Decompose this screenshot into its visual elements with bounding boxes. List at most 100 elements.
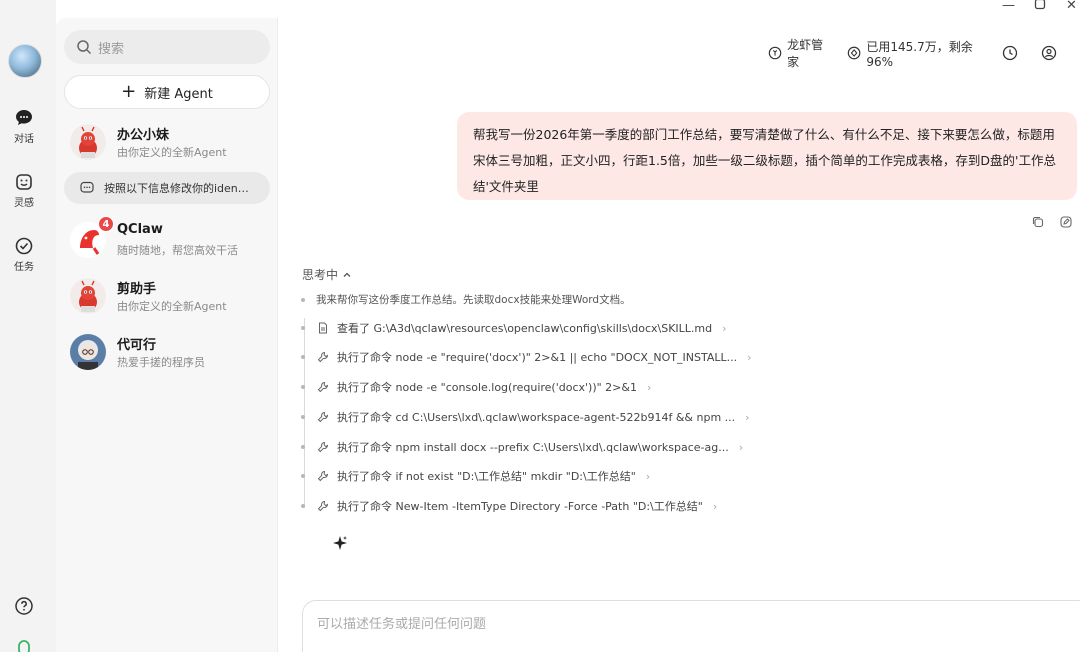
chevron-right-icon: ›: [722, 321, 727, 335]
step-item[interactable]: 执行了命令 New-Item -ItemType Directory -Forc…: [301, 498, 717, 514]
agent-name: 剪助手: [117, 282, 157, 297]
chat-icon: [16, 110, 32, 125]
search-placeholder: 搜索: [98, 41, 125, 57]
user-message-bubble: 帮我写一份2026年第一季度的部门工作总结，要写清楚做了什么、有什么不足、接下来…: [457, 112, 1077, 200]
subtask-label: 按照以下信息修改你的iden…: [104, 182, 249, 195]
step-dot: [301, 297, 305, 302]
chevron-right-icon: ›: [712, 499, 718, 513]
thinking-toggle[interactable]: 思考中: [302, 266, 352, 283]
search-box[interactable]: 搜索: [64, 30, 270, 64]
step-item[interactable]: 执行了命令 npm install docx --prefix C:\Users…: [301, 439, 743, 455]
chevron-right-icon: ›: [745, 410, 750, 424]
step-dot: [301, 355, 305, 359]
chevron-right-icon: ›: [645, 469, 651, 483]
chevron-right-icon: ›: [738, 440, 744, 454]
butler-button[interactable]: 龙虾管家: [768, 36, 829, 70]
clock-icon: [1002, 45, 1018, 61]
header-toolbar: 龙虾管家 已用145.7万，剩余96%: [768, 36, 1080, 70]
message-input[interactable]: [317, 617, 917, 632]
agent-name: QClaw: [117, 222, 163, 237]
rail-label-chat: 对话: [14, 134, 34, 145]
usage-label: 已用145.7万，剩余96%: [866, 39, 973, 69]
step-item[interactable]: 执行了命令 node -e "console.log(require('docx…: [301, 379, 651, 395]
file-icon: [316, 321, 330, 335]
new-agent-button[interactable]: + 新建 Agent: [64, 75, 270, 109]
step-dot: [301, 385, 305, 389]
app-window: — ✕ 对话 灵感 任务 搜索 + 新建 Agent 办公小妹 由你定义的全新A…: [0, 0, 1080, 652]
message-composer: [302, 600, 1080, 652]
wrench-icon: [316, 469, 330, 483]
history-button[interactable]: [1002, 45, 1023, 61]
step-item[interactable]: 查看了 G:\A3d\qclaw\resources\openclaw\conf…: [301, 320, 727, 336]
status-icon[interactable]: [14, 638, 34, 652]
search-icon: [77, 40, 92, 55]
agent-desc: 热爱手搓的程序员: [117, 356, 205, 369]
butler-label: 龙虾管家: [787, 38, 824, 69]
agent-list-panel: 搜索 + 新建 Agent 办公小妹 由你定义的全新Agent 按照以下信息修改…: [56, 18, 278, 652]
thinking-intro: 我来帮你写这份季度工作总结。先读取docx技能来处理Word文档。: [301, 292, 631, 307]
step-dot: [301, 504, 305, 508]
step-text: 执行了命令 cd C:\Users\lxd\.qclaw\workspace-a…: [337, 411, 736, 424]
task-icon: [15, 237, 33, 255]
step-text: 执行了命令 if not exist "D:\工作总结" mkdir "D:\工…: [337, 470, 636, 483]
wrench-icon: [316, 380, 330, 394]
chevron-right-icon: ›: [747, 350, 752, 364]
inspiration-icon: [16, 174, 32, 190]
agent-item-programmer[interactable]: 代可行 热爱手搓的程序员: [64, 328, 270, 376]
chevron-up-icon: [343, 272, 351, 277]
rail-item-chat[interactable]: 对话: [0, 108, 48, 145]
user-icon: [1041, 45, 1057, 61]
step-text: 执行了命令 node -e "require('docx')" 2>&1 || …: [337, 351, 738, 364]
step-dot: [301, 445, 305, 449]
sparkle-icon: [332, 535, 348, 555]
step-item[interactable]: 执行了命令 cd C:\Users\lxd\.qclaw\workspace-a…: [301, 409, 750, 425]
profile-button[interactable]: [1041, 45, 1062, 61]
lobster-avatar: [70, 124, 106, 160]
step-text: 执行了命令 npm install docx --prefix C:\Users…: [337, 441, 729, 454]
help-icon[interactable]: [14, 596, 34, 616]
rail-label-task: 任务: [14, 262, 34, 273]
new-agent-label: 新建 Agent: [144, 86, 213, 102]
rail-item-inspiration[interactable]: 灵感: [0, 172, 48, 209]
programmer-avatar: [70, 334, 106, 370]
agent-name: 办公小妹: [117, 128, 170, 143]
butler-icon: [768, 46, 782, 60]
step-text: 执行了命令 New-Item -ItemType Directory -Forc…: [337, 500, 703, 513]
agent-item-edit-assistant[interactable]: 剪助手 由你定义的全新Agent: [64, 272, 270, 320]
lobster-avatar: [70, 278, 106, 314]
thinking-intro-text: 我来帮你写这份季度工作总结。先读取docx技能来处理Word文档。: [316, 294, 631, 306]
agent-subtask-item[interactable]: 按照以下信息修改你的iden…: [64, 172, 270, 204]
edit-icon[interactable]: [1060, 213, 1072, 232]
step-dot: [301, 474, 305, 478]
agent-desc: 由你定义的全新Agent: [117, 146, 227, 159]
step-dot: [301, 415, 305, 419]
agent-desc: 随时随地，帮您高效干活: [117, 244, 238, 257]
step-item[interactable]: 执行了命令 if not exist "D:\工作总结" mkdir "D:\工…: [301, 468, 650, 484]
user-avatar[interactable]: [8, 44, 42, 78]
maximize-icon[interactable]: [1034, 0, 1046, 14]
close-icon[interactable]: ✕: [1066, 0, 1077, 13]
agent-desc: 由你定义的全新Agent: [117, 300, 227, 313]
usage-indicator[interactable]: 已用145.7万，剩余96%: [847, 38, 984, 69]
step-text: 执行了命令 node -e "console.log(require('docx…: [337, 381, 637, 394]
rail-label-inspiration: 灵感: [14, 198, 34, 209]
agent-name: 代可行: [117, 338, 157, 353]
wrench-icon: [316, 350, 330, 364]
agent-item-qclaw[interactable]: 4 QClaw 随时随地，帮您高效干活: [64, 216, 270, 264]
step-dot: [301, 326, 305, 330]
rail-item-task[interactable]: 任务: [0, 236, 48, 273]
thinking-label: 思考中: [302, 268, 339, 282]
wrench-icon: [316, 410, 330, 424]
agent-item-office-girl[interactable]: 办公小妹 由你定义的全新Agent: [64, 118, 270, 166]
plus-icon: +: [121, 81, 137, 102]
wrench-icon: [316, 440, 330, 454]
wrench-icon: [316, 499, 330, 513]
left-rail: 对话 灵感 任务: [0, 0, 56, 652]
minimize-icon[interactable]: —: [1002, 0, 1015, 13]
copy-icon[interactable]: [1032, 213, 1044, 232]
chevron-right-icon: ›: [646, 380, 652, 394]
step-item[interactable]: 执行了命令 node -e "require('docx')" 2>&1 || …: [301, 349, 752, 365]
message-icon: [80, 181, 94, 193]
unread-badge: 4: [98, 216, 114, 232]
usage-icon: [848, 46, 861, 60]
